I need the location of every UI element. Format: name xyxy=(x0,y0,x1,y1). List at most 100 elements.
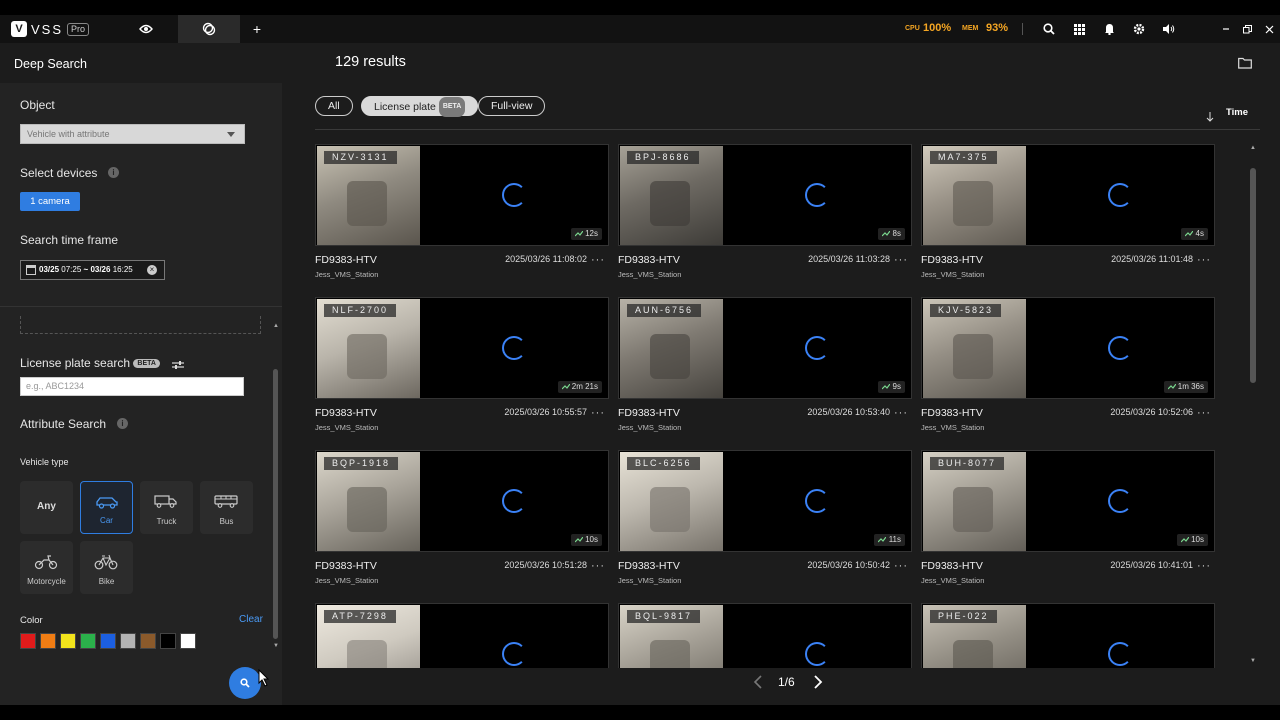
more-options-icon[interactable]: ··· xyxy=(591,407,605,419)
color-swatch[interactable] xyxy=(20,633,36,649)
camera-name: FD9383-HTV xyxy=(618,560,680,572)
close-icon[interactable] xyxy=(1260,20,1278,38)
folder-icon[interactable] xyxy=(1238,56,1252,74)
result-card[interactable]: NZV-3131 12s FD9383-HTV 2025/03/26 11:08… xyxy=(315,144,609,294)
scroll-up-icon[interactable]: ▲ xyxy=(1250,145,1256,151)
restore-icon[interactable] xyxy=(1238,20,1256,38)
color-swatch[interactable] xyxy=(100,633,116,649)
apps-grid-icon[interactable] xyxy=(1070,20,1088,38)
camera-select-button[interactable]: 1 camera xyxy=(20,192,80,211)
bus-icon xyxy=(214,495,238,508)
camera-name: FD9383-HTV xyxy=(315,407,377,419)
license-plate-label: MA7-375 xyxy=(930,151,997,164)
minimize-icon[interactable] xyxy=(1217,20,1235,38)
vehicle-type-bike[interactable]: Bike xyxy=(80,541,133,594)
more-options-icon[interactable]: ··· xyxy=(1197,254,1211,266)
license-plate-label: BQL-9817 xyxy=(627,610,701,623)
result-thumbnail[interactable]: BUH-8077 10s xyxy=(921,450,1215,552)
result-thumbnail[interactable]: ATP-7298 xyxy=(315,603,609,668)
result-thumbnail[interactable]: KJV-5823 1m 36s xyxy=(921,297,1215,399)
sub-header: Deep Search 129 results xyxy=(0,43,1280,83)
clip-duration: 9s xyxy=(878,381,905,393)
gear-icon[interactable] xyxy=(1130,20,1148,38)
color-swatch[interactable] xyxy=(140,633,156,649)
tab-live-view[interactable] xyxy=(118,15,174,43)
bell-icon[interactable] xyxy=(1100,20,1118,38)
filter-all-chip[interactable]: All xyxy=(315,96,353,116)
result-card[interactable]: BLC-6256 11s FD9383-HTV 2025/03/26 10:50… xyxy=(618,450,912,600)
color-swatch[interactable] xyxy=(160,633,176,649)
sort-time-label[interactable]: Time xyxy=(1226,107,1248,118)
color-swatch[interactable] xyxy=(60,633,76,649)
result-card[interactable]: BPJ-8686 8s FD9383-HTV 2025/03/26 11:03:… xyxy=(618,144,912,294)
sort-arrow-icon[interactable] xyxy=(1206,109,1214,127)
info-icon[interactable]: i xyxy=(117,418,128,429)
vehicle-type-any[interactable]: Any xyxy=(20,481,73,534)
result-card[interactable]: NLF-2700 2m 21s FD9383-HTV 2025/03/26 10… xyxy=(315,297,609,447)
result-card[interactable]: MA7-375 4s FD9383-HTV 2025/03/26 11:01:4… xyxy=(921,144,1215,294)
clip-duration: 10s xyxy=(1176,534,1208,546)
time-from-date: 03/25 xyxy=(39,265,60,274)
vehicle-type-car[interactable]: Car xyxy=(80,481,133,534)
result-thumbnail[interactable]: AUN-6756 9s xyxy=(618,297,912,399)
result-card[interactable]: KJV-5823 1m 36s FD9383-HTV 2025/03/26 10… xyxy=(921,297,1215,447)
result-thumbnail[interactable]: PHE-022 xyxy=(921,603,1215,668)
result-thumbnail[interactable]: BQP-1918 10s xyxy=(315,450,609,552)
result-card[interactable]: BQL-9817 xyxy=(618,603,912,668)
result-thumbnail[interactable]: NLF-2700 2m 21s xyxy=(315,297,609,399)
color-swatch[interactable] xyxy=(180,633,196,649)
sliders-icon[interactable] xyxy=(172,357,184,375)
clear-time-icon[interactable]: × xyxy=(147,265,157,275)
lp-search-input[interactable]: e.g., ABC1234 xyxy=(20,377,244,396)
clip-duration: 1m 36s xyxy=(1163,381,1208,393)
vehicle-type-motorcycle[interactable]: Motorcycle xyxy=(20,541,73,594)
camera-name: FD9383-HTV xyxy=(618,407,680,419)
result-thumbnail[interactable]: BPJ-8686 8s xyxy=(618,144,912,246)
result-card[interactable]: BQP-1918 10s FD9383-HTV 2025/03/26 10:51… xyxy=(315,450,609,600)
clear-colors-link[interactable]: Clear xyxy=(239,614,263,625)
result-card[interactable]: PHE-022 xyxy=(921,603,1215,668)
scroll-down-icon[interactable]: ▼ xyxy=(1250,658,1256,664)
more-options-icon[interactable]: ··· xyxy=(1197,407,1211,419)
result-thumbnail[interactable]: BQL-9817 xyxy=(618,603,912,668)
next-page-button[interactable] xyxy=(813,675,823,692)
station-name: Jess_VMS_Station xyxy=(315,423,379,432)
license-plate-label: BLC-6256 xyxy=(627,457,700,470)
more-options-icon[interactable]: ··· xyxy=(894,407,908,419)
more-options-icon[interactable]: ··· xyxy=(591,254,605,266)
object-select[interactable]: Vehicle with attribute xyxy=(20,124,245,144)
prev-page-button[interactable] xyxy=(753,675,763,692)
color-swatch[interactable] xyxy=(120,633,136,649)
loading-spinner-icon xyxy=(502,336,526,360)
more-options-icon[interactable]: ··· xyxy=(1197,560,1211,572)
results-scrollbar[interactable] xyxy=(1250,168,1256,383)
result-thumbnail[interactable]: NZV-3131 12s xyxy=(315,144,609,246)
scroll-down-icon[interactable]: ▼ xyxy=(273,643,279,649)
result-card[interactable]: ATP-7298 xyxy=(315,603,609,668)
tab-deep-search[interactable] xyxy=(178,15,240,43)
mouse-cursor-icon xyxy=(258,669,270,687)
volume-icon[interactable] xyxy=(1160,20,1178,38)
beta-badge: BETA xyxy=(133,359,160,369)
result-card[interactable]: BUH-8077 10s FD9383-HTV 2025/03/26 10:41… xyxy=(921,450,1215,600)
panel-scrollbar[interactable] xyxy=(273,369,278,639)
vehicle-type-bus[interactable]: Bus xyxy=(200,481,253,534)
vehicle-type-truck[interactable]: Truck xyxy=(140,481,193,534)
filter-license-plate-chip[interactable]: License plate BETA xyxy=(361,96,479,117)
add-tab-button[interactable]: + xyxy=(246,15,268,43)
filter-full-view-chip[interactable]: Full-view xyxy=(478,96,546,116)
scroll-up-icon[interactable]: ▲ xyxy=(273,323,279,329)
more-options-icon[interactable]: ··· xyxy=(894,560,908,572)
result-card[interactable]: AUN-6756 9s FD9383-HTV 2025/03/26 10:53:… xyxy=(618,297,912,447)
search-button[interactable] xyxy=(229,667,261,699)
trend-icon xyxy=(561,383,571,390)
more-options-icon[interactable]: ··· xyxy=(894,254,908,266)
color-swatch[interactable] xyxy=(40,633,56,649)
time-frame-field[interactable]: 03/25 07:25 ~ 03/26 16:25 × xyxy=(20,260,165,280)
result-thumbnail[interactable]: MA7-375 4s xyxy=(921,144,1215,246)
result-thumbnail[interactable]: BLC-6256 11s xyxy=(618,450,912,552)
more-options-icon[interactable]: ··· xyxy=(591,560,605,572)
search-icon[interactable] xyxy=(1040,20,1058,38)
info-icon[interactable]: i xyxy=(108,167,119,178)
color-swatch[interactable] xyxy=(80,633,96,649)
